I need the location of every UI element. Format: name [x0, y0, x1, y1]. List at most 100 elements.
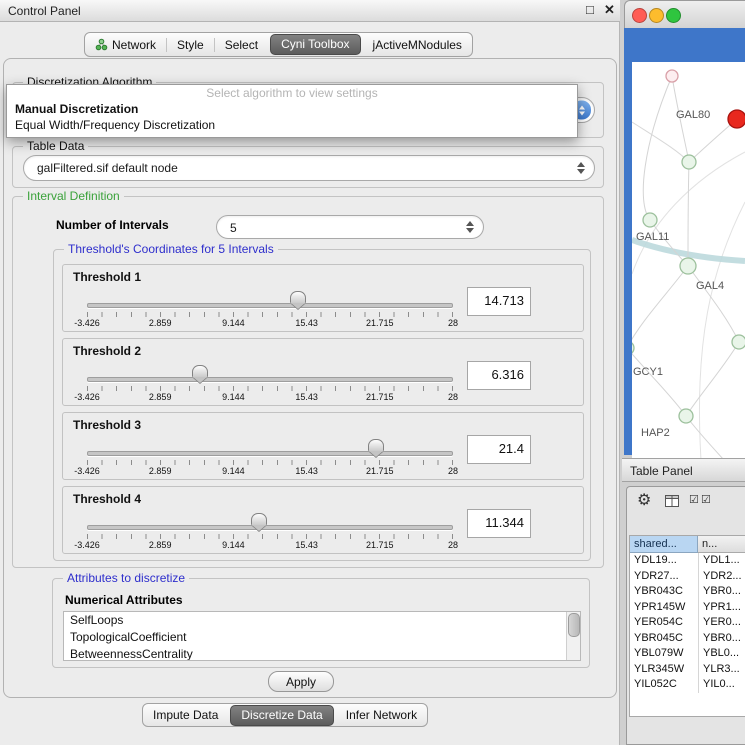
slider-track[interactable] — [87, 451, 453, 456]
zoom-traffic-light-icon[interactable] — [666, 8, 681, 23]
tab-cyni-toolbox[interactable]: Cyni Toolbox — [270, 34, 360, 55]
cell[interactable]: YIL052C — [630, 677, 698, 693]
cell[interactable]: YLR345W — [630, 662, 698, 678]
close-window-icon[interactable]: ✕ — [604, 2, 615, 18]
gear-icon[interactable]: ⚙ — [637, 490, 651, 510]
network-node[interactable] — [680, 258, 696, 274]
table-row[interactable]: YBR045CYBR0... — [630, 631, 745, 647]
cell[interactable]: YBR045C — [630, 631, 698, 647]
restore-window-icon[interactable]: □ — [586, 2, 594, 17]
checkbox-icon[interactable]: ☑ — [689, 493, 699, 506]
network-node[interactable] — [682, 155, 696, 169]
threshold-3-value-field[interactable]: 21.4 — [467, 435, 531, 464]
threshold-4-slider[interactable] — [87, 513, 453, 531]
checkbox-icon[interactable]: ☑ — [701, 493, 711, 506]
slider-tick-marks — [87, 312, 453, 317]
network-node-selected[interactable] — [728, 110, 745, 128]
cell[interactable]: YBR0... — [698, 631, 745, 647]
threshold-3-slider[interactable] — [87, 439, 453, 457]
table-data-combobox[interactable]: galFiltered.sif default node — [23, 155, 595, 181]
slider-thumb[interactable] — [290, 291, 306, 303]
slider-track[interactable] — [87, 303, 453, 308]
node-label: HAP2 — [641, 427, 670, 439]
cell[interactable]: YBR043C — [630, 584, 698, 600]
tab-infer-network[interactable]: Infer Network — [336, 704, 427, 726]
network-node[interactable] — [732, 335, 745, 349]
cell[interactable]: YBL079W — [630, 646, 698, 662]
column-header-name[interactable]: n... — [698, 536, 745, 553]
tab-style[interactable]: Style — [167, 34, 214, 56]
threshold-2-value-field[interactable]: 6.316 — [467, 361, 531, 390]
cell[interactable]: YPR1... — [698, 600, 745, 616]
dropdown-option-manual-discretization[interactable]: Manual Discretization — [15, 102, 138, 116]
combobox-stepper-icon[interactable] — [462, 218, 477, 236]
number-of-intervals-combobox[interactable]: 5 — [216, 215, 484, 239]
cell[interactable]: YDL1... — [698, 553, 745, 569]
slider-thumb[interactable] — [368, 439, 384, 451]
combobox-stepper-icon[interactable] — [573, 159, 588, 177]
tab-network[interactable]: Network — [85, 34, 166, 56]
control-panel-titlebar: Control Panel □ ✕ — [0, 0, 620, 22]
tab-select[interactable]: Select — [215, 34, 268, 56]
slider-track[interactable] — [87, 377, 453, 382]
tab-discretize-data[interactable]: Discretize Data — [230, 705, 333, 726]
interval-definition-group: Interval Definition Number of Intervals … — [12, 196, 604, 568]
threshold-2-slider[interactable] — [87, 365, 453, 383]
table-row[interactable]: YDL19...YDL1... — [630, 553, 745, 569]
threshold-label: Threshold 3 — [73, 418, 141, 432]
table-data-group: Table Data galFiltered.sif default node — [12, 146, 604, 188]
cell[interactable]: YDL19... — [630, 553, 698, 569]
column-header-shared-name[interactable]: shared... — [630, 536, 698, 553]
scale-label: -3.426 — [74, 392, 100, 402]
cell[interactable]: YDR27... — [630, 569, 698, 585]
cell[interactable]: YPR145W — [630, 600, 698, 616]
cell[interactable]: YER0... — [698, 615, 745, 631]
cell[interactable]: YLR3... — [698, 662, 745, 678]
network-node[interactable] — [632, 341, 634, 355]
network-node[interactable] — [643, 213, 657, 227]
table-header-row: shared... n... — [630, 536, 745, 553]
threshold-1-slider[interactable] — [87, 291, 453, 309]
threshold-1-value-field[interactable]: 14.713 — [467, 287, 531, 316]
network-node[interactable] — [666, 70, 678, 82]
threshold-4-value-field[interactable]: 11.344 — [467, 509, 531, 538]
network-canvas[interactable]: GAL80 GAL11 GAL4 GCY1 HAP2 — [632, 62, 745, 475]
minimize-traffic-light-icon[interactable] — [649, 8, 664, 23]
table-row[interactable]: YIL052CYIL0... — [630, 677, 745, 693]
slider-thumb[interactable] — [251, 513, 267, 525]
table-row[interactable]: YBL079WYBL0... — [630, 646, 745, 662]
thresholds-group: Threshold's Coordinates for 5 Intervals … — [53, 249, 591, 561]
table-row[interactable]: YER054CYER0... — [630, 615, 745, 631]
dropdown-option-equal-width-frequency[interactable]: Equal Width/Frequency Discretization — [15, 118, 215, 132]
close-traffic-light-icon[interactable] — [632, 8, 647, 23]
table-row[interactable]: YBR043CYBR0... — [630, 584, 745, 600]
numerical-attributes-label: Numerical Attributes — [65, 593, 183, 607]
table-row[interactable]: YDR27...YDR2... — [630, 569, 745, 585]
tab-impute-data[interactable]: Impute Data — [143, 704, 228, 726]
scale-label: 2.859 — [149, 392, 172, 402]
list-item[interactable]: TopologicalCoefficient — [64, 629, 580, 646]
cell[interactable]: YDR2... — [698, 569, 745, 585]
cell[interactable]: YER054C — [630, 615, 698, 631]
scale-label: 28 — [448, 318, 458, 328]
columns-icon[interactable] — [665, 494, 679, 512]
list-item[interactable]: SelfLoops — [64, 612, 580, 629]
threshold-label: Threshold 1 — [73, 270, 141, 284]
apply-button[interactable]: Apply — [268, 671, 334, 692]
list-scrollbar[interactable] — [566, 612, 580, 660]
cell[interactable]: YBL0... — [698, 646, 745, 662]
tab-jactivemnodules[interactable]: jActiveMNodules — [363, 34, 472, 56]
table-row[interactable]: YLR345WYLR3... — [630, 662, 745, 678]
cell[interactable]: YBR0... — [698, 584, 745, 600]
slider-thumb[interactable] — [192, 365, 208, 377]
control-panel: Control Panel □ ✕ Network Style Select C… — [0, 0, 620, 745]
network-tab-icon — [95, 38, 108, 51]
table-row[interactable]: YPR145WYPR1... — [630, 600, 745, 616]
scrollbar-thumb[interactable] — [568, 613, 580, 637]
scale-label: 9.144 — [222, 392, 245, 402]
network-window-titlebar — [624, 0, 745, 30]
cell[interactable]: YIL0... — [698, 677, 745, 693]
network-node[interactable] — [679, 409, 693, 423]
slider-track[interactable] — [87, 525, 453, 530]
list-item[interactable]: BetweennessCentrality — [64, 646, 580, 661]
